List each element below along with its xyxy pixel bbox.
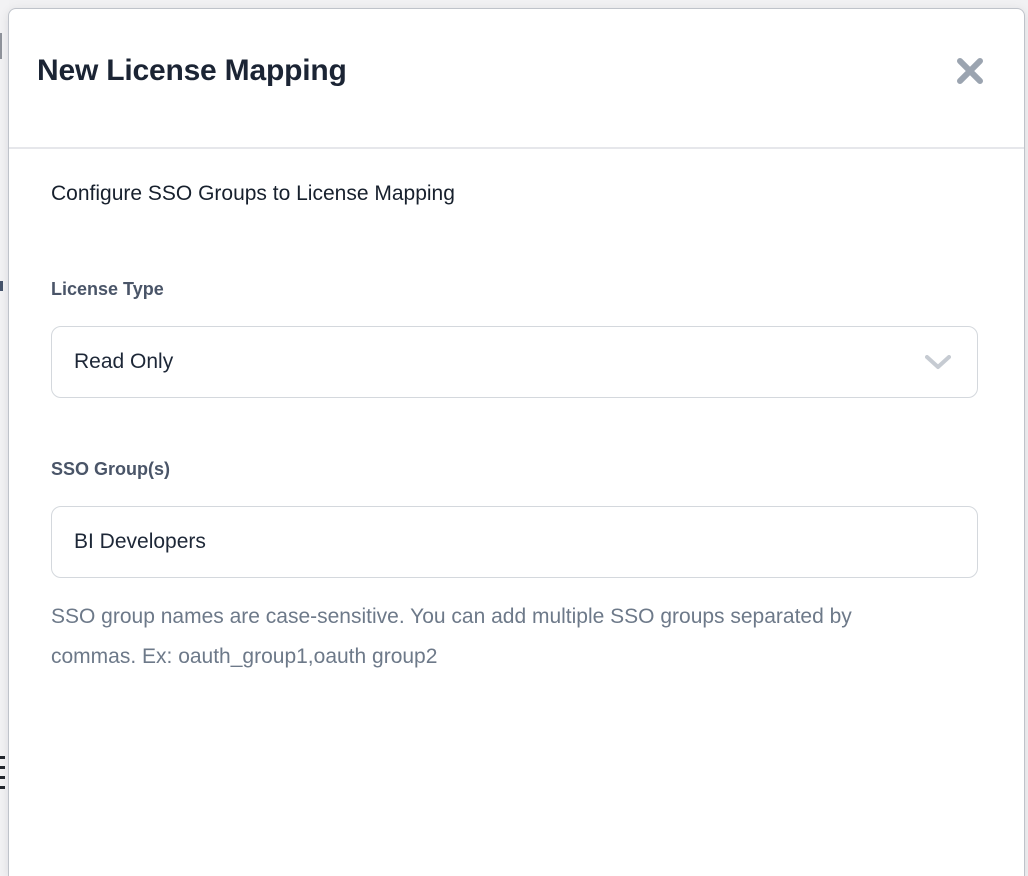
sso-groups-help-text: SSO group names are case-sensitive. You … (51, 597, 903, 677)
dialog-description: Configure SSO Groups to License Mapping (51, 179, 455, 209)
license-type-selected-value: Read Only (74, 327, 173, 397)
chevron-down-icon (925, 355, 951, 370)
dialog-header: New License Mapping (9, 9, 1024, 147)
new-license-mapping-dialog: New License Mapping Configure SSO Groups… (8, 8, 1025, 876)
dialog-title: New License Mapping (37, 53, 347, 89)
backdrop-list-icon-fragment (0, 786, 5, 789)
sso-groups-input[interactable] (51, 506, 978, 578)
close-icon (955, 56, 985, 86)
backdrop-nav-fragment (0, 281, 3, 291)
license-type-label: License Type (51, 277, 164, 301)
close-button[interactable] (953, 54, 987, 88)
backdrop-list-icon-fragment (0, 776, 5, 779)
backdrop-scrollbar-fragment (0, 33, 2, 59)
backdrop-list-icon-fragment (0, 766, 5, 769)
license-type-select[interactable]: Read Only (51, 326, 978, 398)
header-divider (9, 147, 1024, 149)
backdrop-list-icon-fragment (0, 756, 5, 759)
sso-groups-label: SSO Group(s) (51, 457, 170, 481)
